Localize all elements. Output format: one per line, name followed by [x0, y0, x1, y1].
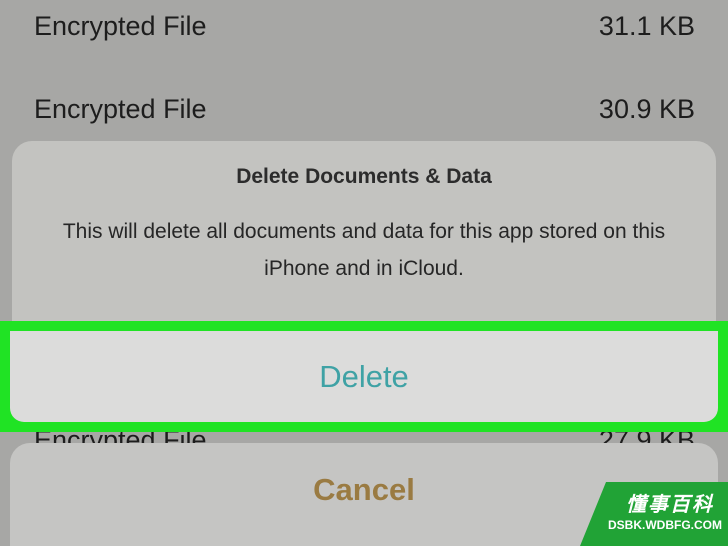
file-name: Encrypted File — [34, 94, 207, 124]
file-size: 30.9 KB — [598, 94, 695, 124]
file-name: Encrypted File — [34, 11, 207, 41]
watermark-logo: 懂事百科 DSBK.WDBFG.COM — [580, 482, 728, 546]
action-sheet-title: Delete Documents & Data — [236, 165, 492, 188]
file-row: Encrypted File 30.9 KB — [0, 89, 728, 129]
watermark-url: DSBK.WDBFG.COM — [608, 518, 722, 532]
action-sheet: Delete Documents & Data This will delete… — [12, 141, 716, 337]
file-row: Encrypted File 31.1 KB — [0, 6, 728, 46]
file-size: 31.1 KB — [598, 11, 695, 41]
watermark-text: 懂事百科 — [626, 494, 714, 516]
action-sheet-message: This will delete all documents and data … — [62, 220, 666, 280]
delete-button[interactable]: Delete — [10, 331, 718, 422]
